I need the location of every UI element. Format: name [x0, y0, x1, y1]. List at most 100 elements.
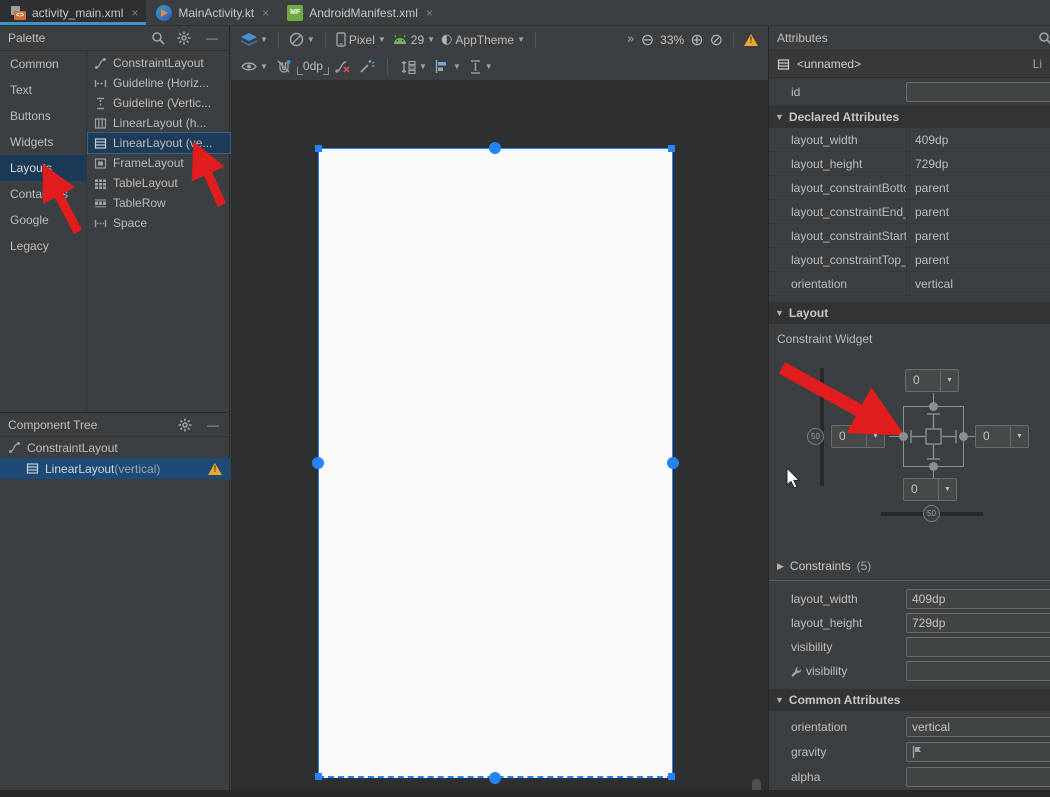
- anchor-top[interactable]: [489, 142, 501, 154]
- palette-item-constraintlayout[interactable]: ConstraintLayout: [88, 53, 230, 73]
- tab-androidmanifest-xml[interactable]: MF AndroidManifest.xml ×: [277, 0, 441, 25]
- layout-section[interactable]: ▼ Layout: [769, 302, 1050, 324]
- distribute-button[interactable]: ▼: [469, 60, 493, 74]
- orientation-button[interactable]: ▼: [289, 32, 315, 47]
- infer-constraints-button[interactable]: [359, 59, 375, 74]
- horizontal-bias-value[interactable]: 50: [923, 505, 940, 522]
- default-margin-button[interactable]: 0dp: [299, 58, 327, 75]
- close-icon[interactable]: ×: [426, 6, 433, 20]
- gear-icon[interactable]: [178, 418, 196, 432]
- category-containers[interactable]: Containers: [0, 181, 86, 207]
- visibility-input[interactable]: [906, 637, 1050, 657]
- minimize-icon[interactable]: —: [204, 418, 222, 432]
- id-label: id: [769, 85, 906, 99]
- palette-item-guideline-horizontal[interactable]: Guideline (Horiz...: [88, 73, 230, 93]
- constraints-group[interactable]: ▶ Constraints (5): [769, 554, 1050, 578]
- palette-item-tablerow[interactable]: TableRow: [88, 193, 230, 213]
- attr-row[interactable]: layout_width409dp: [769, 128, 1050, 152]
- tab-label: activity_main.xml: [32, 6, 123, 20]
- palette-item-framelayout[interactable]: FrameLayout: [88, 153, 230, 173]
- handle-bottom-right[interactable]: [668, 773, 675, 780]
- margin-right-combo[interactable]: 0▼: [975, 425, 1029, 448]
- anchor-bottom[interactable]: [489, 772, 501, 784]
- constraint-anchor-top[interactable]: [929, 402, 938, 411]
- anchor-left[interactable]: [312, 457, 324, 469]
- component-tree-title: Component Tree: [8, 418, 97, 432]
- category-legacy[interactable]: Legacy: [0, 233, 86, 259]
- device-button[interactable]: Pixel ▼: [336, 32, 386, 47]
- gear-icon[interactable]: [177, 31, 195, 45]
- align-button[interactable]: ▼: [435, 60, 461, 73]
- attr-row[interactable]: layout_constraintTop_tparent: [769, 248, 1050, 272]
- artboard-linearlayout[interactable]: [318, 148, 673, 778]
- constraint-anchor-right[interactable]: [959, 432, 968, 441]
- tab-mainactivity-kt[interactable]: MainActivity.kt ×: [146, 0, 277, 25]
- category-common[interactable]: Common: [0, 51, 86, 77]
- handle-bottom-left[interactable]: [315, 773, 322, 780]
- visibility-row: visibility: [769, 635, 1050, 659]
- search-icon[interactable]: [1038, 31, 1050, 45]
- gravity-input[interactable]: [906, 742, 1050, 762]
- handle-top-left[interactable]: [315, 145, 322, 152]
- close-icon[interactable]: ×: [262, 6, 269, 20]
- constraintlayout-icon: [8, 441, 21, 454]
- orientation-input[interactable]: vertical: [906, 717, 1050, 737]
- id-input[interactable]: [906, 82, 1050, 102]
- attr-row[interactable]: layout_constraintStart_parent: [769, 224, 1050, 248]
- design-mode-button[interactable]: ▼: [241, 33, 268, 47]
- tab-label: AndroidManifest.xml: [309, 6, 418, 20]
- constraint-box: [903, 406, 964, 467]
- layout-height-input[interactable]: 729dp: [906, 613, 1050, 633]
- palette-item-space[interactable]: Space: [88, 213, 230, 233]
- view-options-button[interactable]: ▼: [241, 61, 268, 72]
- margin-left-combo[interactable]: 0▼: [831, 425, 885, 448]
- category-layouts[interactable]: Layouts: [0, 155, 86, 181]
- common-attributes-section[interactable]: ▼ Common Attributes: [769, 689, 1050, 711]
- palette-item-linearlayout-horizontal[interactable]: LinearLayout (h...: [88, 113, 230, 133]
- theme-button[interactable]: ◐ AppTheme ▼: [441, 32, 525, 47]
- close-icon[interactable]: ×: [131, 6, 138, 20]
- category-buttons[interactable]: Buttons: [0, 103, 86, 129]
- vertical-bias-value[interactable]: 50: [807, 428, 824, 445]
- zoom-out-icon[interactable]: ⊖: [641, 30, 654, 49]
- clear-constraints-button[interactable]: [335, 59, 351, 74]
- constraint-anchor-left[interactable]: [899, 432, 908, 441]
- attr-row[interactable]: orientationvertical: [769, 272, 1050, 296]
- palette-item-guideline-vertical[interactable]: Guideline (Vertic...: [88, 93, 230, 113]
- category-text[interactable]: Text: [0, 77, 86, 103]
- palette-item-linearlayout-vertical[interactable]: LinearLayout (ve...: [88, 133, 230, 153]
- zoom-in-icon[interactable]: ⊕: [690, 30, 703, 49]
- api-level-button[interactable]: 29 ▼: [392, 33, 435, 47]
- linearlayout-horizontal-icon: [94, 117, 107, 130]
- autoconnect-off-button[interactable]: [276, 59, 291, 74]
- attr-row[interactable]: layout_constraintEnd_tparent: [769, 200, 1050, 224]
- tree-item-constraintlayout[interactable]: ConstraintLayout: [0, 437, 230, 458]
- margin-top-combo[interactable]: 0▼: [905, 369, 959, 392]
- anchor-right[interactable]: [667, 457, 679, 469]
- more-actions-icon[interactable]: »: [627, 32, 635, 47]
- design-canvas[interactable]: [231, 81, 768, 797]
- declared-attributes-section[interactable]: ▼ Declared Attributes: [769, 106, 1050, 128]
- issues-warning-icon[interactable]: !: [744, 34, 758, 46]
- pack-button[interactable]: ▼: [400, 60, 427, 74]
- layers-icon: [241, 33, 257, 47]
- handle-top-right[interactable]: [668, 145, 675, 152]
- tab-activity-main-xml[interactable]: <> activity_main.xml ×: [0, 0, 146, 25]
- search-icon[interactable]: [151, 31, 169, 45]
- palette-item-tablelayout[interactable]: TableLayout: [88, 173, 230, 193]
- layout-width-input[interactable]: 409dp: [906, 589, 1050, 609]
- category-google[interactable]: Google: [0, 207, 86, 233]
- minimize-icon[interactable]: —: [203, 31, 221, 45]
- vertical-bias-slider[interactable]: [820, 368, 824, 486]
- attr-row[interactable]: layout_constraintBottoparent: [769, 176, 1050, 200]
- attr-row[interactable]: layout_height729dp: [769, 152, 1050, 176]
- design-toolbar-top: ▼ ▼ Pixel ▼ 29 ▼ ◐ AppTheme ▼: [231, 26, 768, 53]
- tree-item-linearlayout-vertical[interactable]: LinearLayout(vertical) !: [0, 458, 230, 479]
- alpha-input[interactable]: [906, 767, 1050, 787]
- category-widgets[interactable]: Widgets: [0, 129, 86, 155]
- margin-bottom-combo[interactable]: 0▼: [903, 478, 957, 501]
- flag-icon: [912, 746, 922, 758]
- zoom-to-fit-icon[interactable]: ⊘: [710, 30, 723, 49]
- constraint-anchor-bottom[interactable]: [929, 462, 938, 471]
- tools-visibility-input[interactable]: [906, 661, 1050, 681]
